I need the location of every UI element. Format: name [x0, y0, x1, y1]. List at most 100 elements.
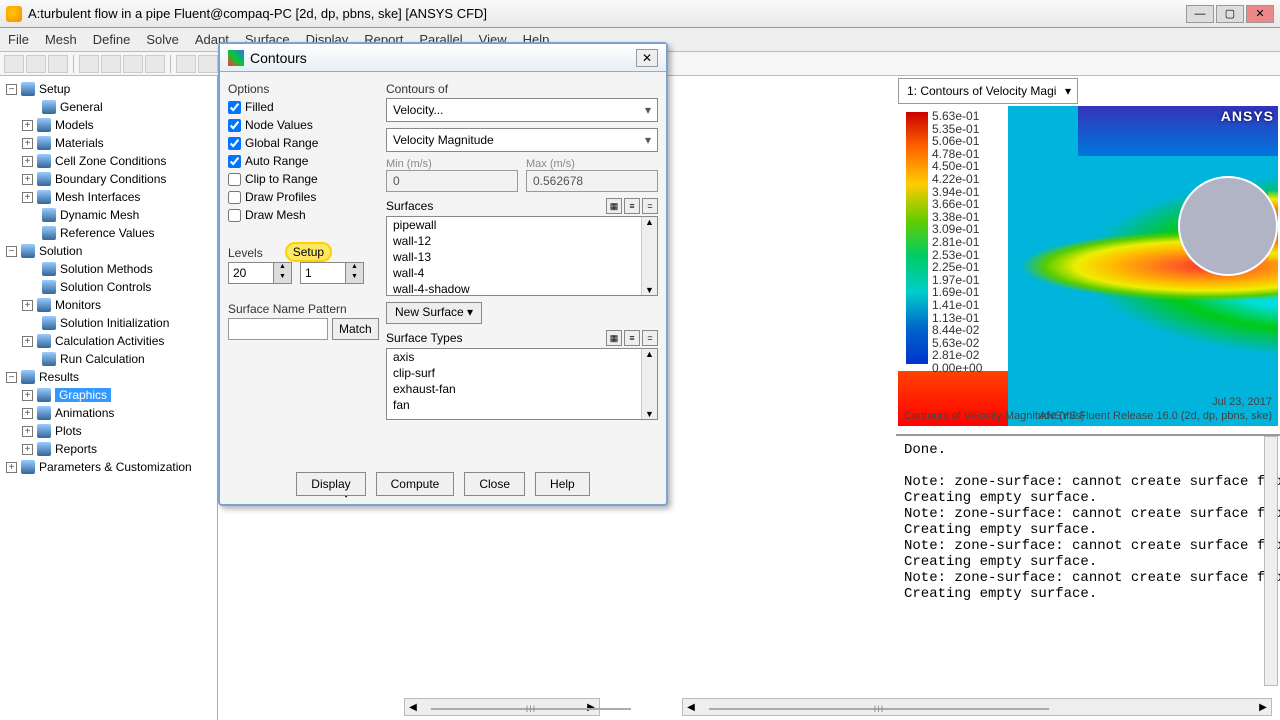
panel-hscrollbar[interactable]: ◀III▶: [404, 698, 600, 716]
chk-filled[interactable]: Filled: [228, 98, 378, 116]
list-item[interactable]: clip-surf: [387, 365, 657, 381]
setup-spinner[interactable]: ▲▼: [300, 262, 364, 284]
max-input[interactable]: [526, 170, 658, 192]
console-hscrollbar[interactable]: ◀III▶: [682, 698, 1272, 716]
graphics-viewport[interactable]: ANSYS 5.63e-015.35e-015.06e-014.78e-014.…: [898, 106, 1278, 426]
compute-button[interactable]: Compute: [376, 472, 455, 496]
tree-item[interactable]: Materials: [55, 136, 104, 150]
tree-item[interactable]: Mesh Interfaces: [55, 190, 140, 204]
toolbar-button[interactable]: [101, 55, 121, 73]
tree-item[interactable]: Dynamic Mesh: [60, 208, 139, 222]
minimize-button[interactable]: —: [1186, 5, 1214, 23]
tree-item[interactable]: Solution Initialization: [60, 316, 169, 330]
expand-icon[interactable]: +: [22, 444, 33, 455]
toolbar-button[interactable]: [4, 55, 24, 73]
types-clear[interactable]: ≡: [624, 330, 640, 346]
surface-types-listbox[interactable]: axis clip-surf exhaust-fan fan: [386, 348, 658, 420]
help-button[interactable]: Help: [535, 472, 590, 496]
chk-draw-profiles[interactable]: Draw Profiles: [228, 188, 378, 206]
expand-icon[interactable]: +: [22, 192, 33, 203]
chk-node-values[interactable]: Node Values: [228, 116, 378, 134]
tree-item[interactable]: Models: [55, 118, 94, 132]
toolbar-button[interactable]: [48, 55, 68, 73]
list-item[interactable]: wall-13: [387, 249, 657, 265]
match-button[interactable]: Match: [332, 318, 379, 340]
close-dialog-button[interactable]: Close: [464, 472, 525, 496]
tree-params[interactable]: Parameters & Customization: [39, 460, 192, 474]
toolbar-button[interactable]: [145, 55, 165, 73]
chk-clip-range[interactable]: Clip to Range: [228, 170, 378, 188]
collapse-icon[interactable]: −: [6, 372, 17, 383]
types-selectall[interactable]: ▦: [606, 330, 622, 346]
list-item[interactable]: exhaust-fan: [387, 381, 657, 397]
expand-icon[interactable]: +: [22, 120, 33, 131]
list-item[interactable]: wall-12: [387, 233, 657, 249]
menu-define[interactable]: Define: [93, 32, 131, 47]
tree-item[interactable]: Boundary Conditions: [55, 172, 166, 186]
listbox-scrollbar[interactable]: [641, 349, 657, 419]
maximize-button[interactable]: ▢: [1216, 5, 1244, 23]
tree-item[interactable]: Plots: [55, 424, 82, 438]
tree-item[interactable]: Cell Zone Conditions: [55, 154, 166, 168]
tree-graphics[interactable]: Graphics: [55, 388, 111, 402]
listbox-scrollbar[interactable]: [641, 217, 657, 295]
tree-setup[interactable]: Setup: [39, 82, 70, 96]
menu-mesh[interactable]: Mesh: [45, 32, 77, 47]
dialog-close-button[interactable]: ✕: [636, 49, 658, 67]
expand-icon[interactable]: +: [22, 300, 33, 311]
expand-icon[interactable]: +: [22, 390, 33, 401]
outline-tree[interactable]: − Setup General + Models + Materials + Cell …: [0, 76, 218, 720]
close-button[interactable]: ✕: [1246, 5, 1274, 23]
display-dropdown[interactable]: 1: Contours of Velocity Magi: [898, 78, 1078, 104]
tree-item[interactable]: Calculation Activities: [55, 334, 164, 348]
tree-item[interactable]: Solution Methods: [60, 262, 153, 276]
list-item[interactable]: fan: [387, 397, 657, 413]
chk-draw-mesh[interactable]: Draw Mesh: [228, 206, 378, 224]
pattern-input[interactable]: [228, 318, 328, 340]
expand-icon[interactable]: +: [6, 462, 17, 473]
surfaces-selectall[interactable]: ▦: [606, 198, 622, 214]
toolbar-button[interactable]: [198, 55, 218, 73]
tree-item[interactable]: Run Calculation: [60, 352, 145, 366]
collapse-icon[interactable]: −: [6, 84, 17, 95]
expand-icon[interactable]: +: [22, 174, 33, 185]
menu-solve[interactable]: Solve: [146, 32, 179, 47]
list-item[interactable]: axis: [387, 349, 657, 365]
list-item[interactable]: pipewall: [387, 217, 657, 233]
toolbar-button[interactable]: [123, 55, 143, 73]
toolbar-button[interactable]: [79, 55, 99, 73]
tree-results[interactable]: Results: [39, 370, 79, 384]
text-console[interactable]: Done. Note: zone-surface: cannot create …: [896, 434, 1280, 694]
surfaces-clear[interactable]: ≡: [624, 198, 640, 214]
expand-icon[interactable]: +: [22, 336, 33, 347]
tree-item[interactable]: Solution Controls: [60, 280, 151, 294]
surfaces-toggle[interactable]: =: [642, 198, 658, 214]
expand-icon[interactable]: +: [22, 426, 33, 437]
tree-item[interactable]: General: [60, 100, 103, 114]
tree-item[interactable]: Monitors: [55, 298, 101, 312]
contours-category-combo[interactable]: Velocity...: [386, 98, 658, 122]
expand-icon[interactable]: +: [22, 138, 33, 149]
new-surface-button[interactable]: New Surface ▾: [386, 302, 482, 324]
chk-auto-range[interactable]: Auto Range: [228, 152, 378, 170]
display-button[interactable]: Display: [296, 472, 365, 496]
tree-item[interactable]: Reports: [55, 442, 97, 456]
contours-variable-combo[interactable]: Velocity Magnitude: [386, 128, 658, 152]
surfaces-listbox[interactable]: pipewall wall-12 wall-13 wall-4 wall-4-s…: [386, 216, 658, 296]
list-item[interactable]: wall-4: [387, 265, 657, 281]
expand-icon[interactable]: +: [22, 408, 33, 419]
list-item[interactable]: wall-4-shadow: [387, 281, 657, 296]
levels-spinner[interactable]: ▲▼: [228, 262, 292, 284]
types-toggle[interactable]: =: [642, 330, 658, 346]
expand-icon[interactable]: +: [22, 156, 33, 167]
toolbar-button[interactable]: [176, 55, 196, 73]
collapse-icon[interactable]: −: [6, 246, 17, 257]
console-scrollbar[interactable]: [1264, 436, 1278, 686]
tree-item[interactable]: Reference Values: [60, 226, 155, 240]
tree-solution[interactable]: Solution: [39, 244, 82, 258]
tree-item[interactable]: Animations: [55, 406, 114, 420]
toolbar-button[interactable]: [26, 55, 46, 73]
menu-file[interactable]: File: [8, 32, 29, 47]
min-input[interactable]: [386, 170, 518, 192]
chk-global-range[interactable]: Global Range: [228, 134, 378, 152]
